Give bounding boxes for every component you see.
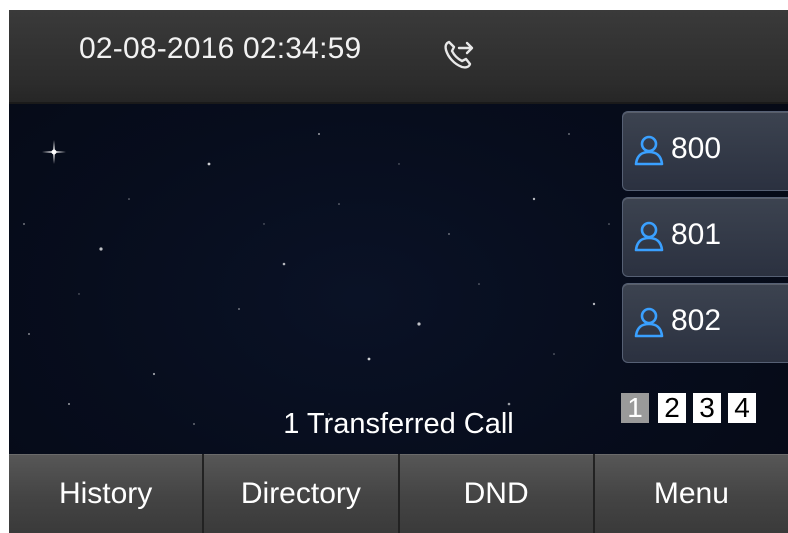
person-icon — [634, 221, 664, 252]
history-button[interactable]: History — [9, 454, 205, 533]
menu-button[interactable]: Menu — [594, 454, 788, 533]
line-key-802[interactable]: 802 — [622, 283, 788, 363]
softkey-bar: History Directory DND Menu — [9, 454, 788, 533]
phone-screen: 02-08-2016 02:34:59 800 801 802 1 2 3 4 … — [9, 10, 788, 533]
status-bar: 02-08-2016 02:34:59 — [9, 10, 788, 104]
person-icon — [634, 307, 664, 338]
line-key-800[interactable]: 800 — [622, 111, 788, 191]
line-key-label: 800 — [671, 132, 722, 165]
line-key-label: 801 — [671, 218, 722, 251]
directory-button[interactable]: Directory — [204, 454, 400, 533]
date-time: 02-08-2016 02:34:59 — [79, 32, 362, 65]
line-key-label: 802 — [671, 304, 722, 337]
call-transfer-icon — [444, 40, 474, 69]
line-key-801[interactable]: 801 — [622, 197, 788, 277]
person-icon — [634, 135, 664, 166]
transferred-call-message[interactable]: 1 Transferred Call — [9, 408, 788, 441]
dnd-button[interactable]: DND — [399, 454, 595, 533]
